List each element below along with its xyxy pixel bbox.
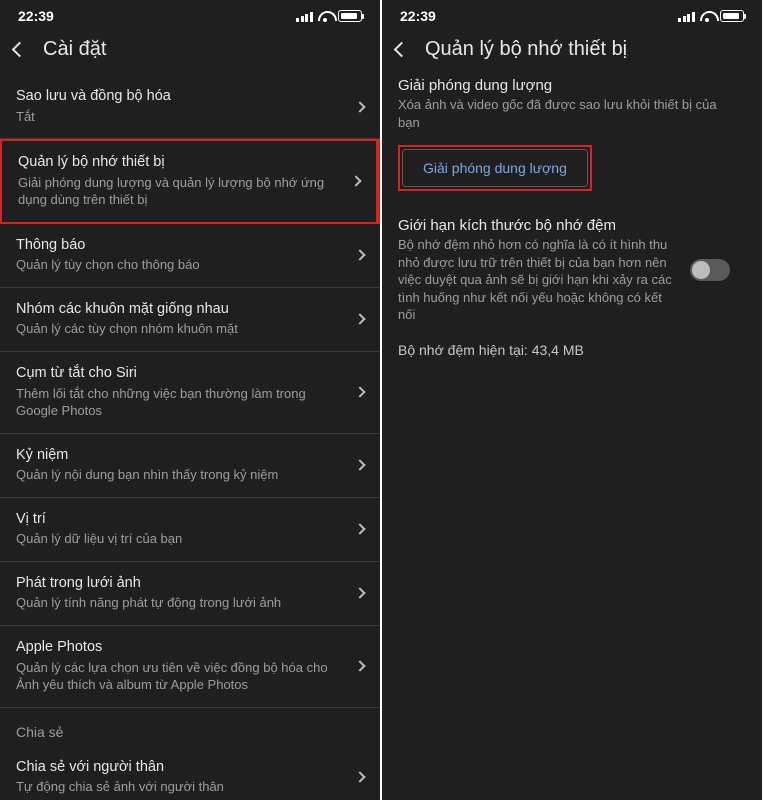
cache-current: Bộ nhớ đệm hiện tại: 43,4 MB <box>398 342 746 358</box>
storage-content: Giải phóng dung lượng Xóa ảnh và video g… <box>382 75 762 358</box>
back-icon[interactable] <box>394 42 410 58</box>
free-up-title: Giải phóng dung lượng <box>398 77 746 94</box>
settings-row[interactable]: Cụm từ tắt cho SiriThêm lối tắt cho nhữn… <box>0 352 380 434</box>
row-subtitle: Quản lý tính năng phát tự động trong lướ… <box>16 594 364 612</box>
settings-row[interactable]: Sao lưu và đồng bộ hóaTắt <box>0 75 380 139</box>
status-time: 22:39 <box>400 8 436 24</box>
page-title: Cài đặt <box>43 38 106 61</box>
phone-right: 22:39 Quản lý bộ nhớ thiết bị Giải phóng… <box>382 0 762 800</box>
row-title: Cụm từ tắt cho Siri <box>16 364 364 384</box>
back-icon[interactable] <box>12 42 28 58</box>
battery-icon <box>338 10 362 22</box>
highlight-box: Giải phóng dung lượng <box>398 145 592 191</box>
row-subtitle: Tắt <box>16 108 364 126</box>
status-bar: 22:39 <box>0 0 380 28</box>
settings-row[interactable]: Apple PhotosQuản lý các lựa chọn ưu tiên… <box>0 626 380 708</box>
nav-bar: Cài đặt <box>0 28 380 75</box>
settings-row[interactable]: Vị tríQuản lý dữ liệu vị trí của bạn <box>0 498 380 562</box>
free-up-button[interactable]: Giải phóng dung lượng <box>402 149 588 187</box>
row-title: Chia sẻ với người thân <box>16 758 364 778</box>
cache-limit-toggle[interactable] <box>690 259 730 281</box>
row-subtitle: Quản lý tùy chọn cho thông báo <box>16 256 364 274</box>
signal-icon <box>296 11 313 22</box>
row-subtitle: Tự động chia sẻ ảnh với người thân <box>16 778 364 796</box>
row-title: Quản lý bộ nhớ thiết bị <box>18 153 360 173</box>
wifi-icon <box>700 11 715 22</box>
status-icons <box>296 10 362 22</box>
row-title: Sao lưu và đồng bộ hóa <box>16 87 364 107</box>
row-subtitle: Quản lý dữ liệu vị trí của bạn <box>16 530 364 548</box>
signal-icon <box>678 11 695 22</box>
row-subtitle: Quản lý các tùy chọn nhóm khuôn mặt <box>16 320 364 338</box>
settings-row[interactable]: Kỷ niệmQuản lý nội dung bạn nhìn thấy tr… <box>0 434 380 498</box>
battery-icon <box>720 10 744 22</box>
nav-bar: Quản lý bộ nhớ thiết bị <box>382 28 762 75</box>
settings-row[interactable]: Chia sẻ với người thânTự động chia sẻ ản… <box>0 746 380 800</box>
settings-row[interactable]: Phát trong lưới ảnhQuản lý tính năng phá… <box>0 562 380 626</box>
free-up-desc: Xóa ảnh và video gốc đã được sao lưu khỏ… <box>398 96 746 131</box>
page-title: Quản lý bộ nhớ thiết bị <box>425 38 627 61</box>
settings-list: Sao lưu và đồng bộ hóaTắtQuản lý bộ nhớ … <box>0 75 380 800</box>
settings-row[interactable]: Nhóm các khuôn mặt giống nhauQuản lý các… <box>0 288 380 352</box>
row-title: Phát trong lưới ảnh <box>16 574 364 594</box>
cache-limit-section: Giới hạn kích thước bộ nhớ đệm Bộ nhớ đệ… <box>398 217 746 324</box>
status-bar: 22:39 <box>382 0 762 28</box>
row-title: Nhóm các khuôn mặt giống nhau <box>16 300 364 320</box>
row-subtitle: Giải phóng dung lượng và quản lý lượng b… <box>18 174 360 209</box>
row-title: Kỷ niệm <box>16 446 364 466</box>
row-subtitle: Thêm lối tắt cho những việc bạn thường l… <box>16 385 364 420</box>
settings-row[interactable]: Quản lý bộ nhớ thiết bịGiải phóng dung l… <box>0 139 380 224</box>
row-title: Vị trí <box>16 510 364 530</box>
section-header-share: Chia sẻ <box>0 708 380 746</box>
row-subtitle: Quản lý nội dung bạn nhìn thấy trong kỷ … <box>16 466 364 484</box>
status-time: 22:39 <box>18 8 54 24</box>
row-subtitle: Quản lý các lựa chọn ưu tiên về việc đồn… <box>16 659 364 694</box>
phone-left: 22:39 Cài đặt Sao lưu và đồng bộ hóaTắtQ… <box>0 0 380 800</box>
cache-limit-title: Giới hạn kích thước bộ nhớ đệm <box>398 217 690 234</box>
cache-limit-desc: Bộ nhớ đệm nhỏ hơn có nghĩa là có ít hìn… <box>398 236 690 324</box>
status-icons <box>678 10 744 22</box>
settings-row[interactable]: Thông báoQuản lý tùy chọn cho thông báo <box>0 224 380 288</box>
wifi-icon <box>318 11 333 22</box>
row-title: Apple Photos <box>16 638 364 658</box>
row-title: Thông báo <box>16 236 364 256</box>
